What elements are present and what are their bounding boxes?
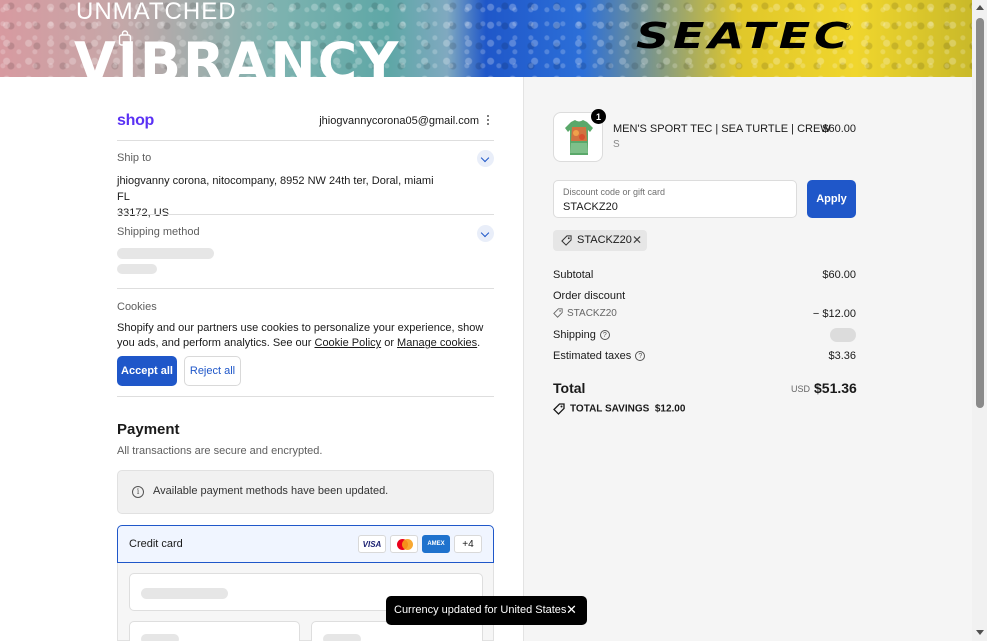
cookies-label: Cookies <box>117 301 157 313</box>
expiration-field[interactable] <box>129 621 300 641</box>
tag-icon <box>553 403 565 415</box>
subtotal-value: $60.00 <box>822 269 856 281</box>
divider <box>117 396 494 397</box>
visa-icon: VISA <box>358 535 386 553</box>
ship-to-label: Ship to <box>117 152 152 164</box>
quantity-badge: 1 <box>591 109 606 124</box>
loading-placeholder <box>117 264 157 274</box>
discount-value[interactable]: STACKZ20 <box>563 201 618 213</box>
more-options-icon[interactable] <box>486 115 490 127</box>
account-email: jhiogvannycorona05@gmail.com <box>319 115 479 127</box>
cookies-message: Shopify and our partners use cookies to … <box>117 321 497 351</box>
loading-placeholder <box>323 634 361 641</box>
registered-mark: ® <box>844 22 851 32</box>
scrollbar-thumb[interactable] <box>976 18 984 408</box>
chevron-down-icon[interactable] <box>477 150 494 167</box>
checkout-main: shop jhiogvannycorona05@gmail.com Ship t… <box>0 77 523 641</box>
currency-toast: Currency updated for United States ✕ <box>386 596 587 625</box>
discount-code-row: STACKZ20 <box>553 308 617 319</box>
loading-placeholder <box>141 588 228 599</box>
savings-value: $12.00 <box>654 403 686 415</box>
divider <box>117 288 494 289</box>
tag-icon <box>561 235 572 246</box>
shipping-loading-placeholder <box>830 328 856 342</box>
payment-notice: i Available payment methods have been up… <box>117 470 494 514</box>
cookie-policy-link[interactable]: Cookie Policy <box>315 337 382 349</box>
reject-all-button[interactable]: Reject all <box>184 356 241 386</box>
brand-banner: UNMATCHED VIBRANCY SEATEC ® <box>0 0 972 77</box>
divider <box>117 140 494 141</box>
product-name: MEN'S SPORT TEC | SEA TURTLE | CREW <box>613 123 831 135</box>
loading-placeholder <box>117 248 214 259</box>
accept-all-button[interactable]: Accept all <box>117 356 177 386</box>
shipping-row: Shipping? <box>553 329 610 341</box>
subtotal-label: Subtotal <box>553 269 594 281</box>
discount-code: STACKZ20 <box>567 308 617 319</box>
remove-discount-icon[interactable]: ✕ <box>632 233 642 247</box>
amex-icon: AMEX <box>422 535 450 553</box>
shipping-method-label: Shipping method <box>117 226 200 238</box>
help-icon[interactable]: ? <box>635 351 646 362</box>
applied-code: STACKZ20 <box>577 234 632 246</box>
close-icon[interactable]: ✕ <box>566 602 577 618</box>
page-scrollbar[interactable] <box>972 0 987 641</box>
discount-placeholder: Discount code or gift card <box>563 187 666 197</box>
order-summary: 1 MEN'S SPORT TEC | SEA TURTLE | CREW S … <box>523 77 972 641</box>
product-price: $60.00 <box>822 123 856 135</box>
more-cards-badge: +4 <box>454 535 482 553</box>
payment-notice-text: Available payment methods have been upda… <box>153 485 389 497</box>
taxes-row: Estimated taxes? <box>553 350 646 362</box>
cookies-text: . <box>477 337 481 349</box>
credit-card-option[interactable]: Credit card VISA AMEX +4 <box>117 525 494 563</box>
discount-code-input[interactable]: Discount code or gift card STACKZ20 <box>553 180 797 218</box>
payment-title: Payment <box>117 421 180 438</box>
taxes-value: $3.36 <box>828 350 856 362</box>
manage-cookies-link[interactable]: Manage cookies <box>397 337 477 349</box>
taxes-label: Estimated taxes <box>553 350 632 362</box>
applied-discount-chip: STACKZ20 ✕ <box>553 230 647 251</box>
address-line-2: 33172, US <box>117 207 169 219</box>
discount-amount: − $12.00 <box>812 308 856 320</box>
total-currency: USD <box>790 384 810 394</box>
banner-tagline: UNMATCHED <box>76 0 237 25</box>
tag-icon <box>553 308 563 319</box>
shipping-label: Shipping <box>553 329 596 341</box>
shopping-bag-icon <box>118 30 132 46</box>
loading-placeholder <box>141 634 179 641</box>
info-icon: i <box>132 486 144 498</box>
seatec-logo[interactable]: SEATEC <box>636 16 852 57</box>
total-value: $51.36 <box>814 380 857 396</box>
scroll-down-icon[interactable] <box>976 630 984 635</box>
mastercard-icon <box>390 535 418 553</box>
shop-logo: shop <box>117 112 155 129</box>
payment-subtitle: All transactions are secure and encrypte… <box>117 445 323 457</box>
apply-button[interactable]: Apply <box>807 180 856 218</box>
toast-message: Currency updated for United States <box>394 604 567 616</box>
cookies-text: or <box>381 337 398 349</box>
divider <box>117 214 494 215</box>
help-icon[interactable]: ? <box>599 330 610 341</box>
product-variant: S <box>613 139 620 150</box>
total-label: Total <box>553 380 586 396</box>
savings-label: TOTAL SAVINGS <box>570 403 650 415</box>
scroll-up-icon[interactable] <box>976 5 984 10</box>
address-line-1: jhiogvanny corona, nitocompany, 8952 NW … <box>117 175 434 203</box>
total-savings: TOTAL SAVINGS $12.00 <box>553 403 685 415</box>
credit-card-label: Credit card <box>129 538 183 550</box>
order-discount-label: Order discount <box>553 290 626 302</box>
chevron-down-icon[interactable] <box>477 225 494 242</box>
